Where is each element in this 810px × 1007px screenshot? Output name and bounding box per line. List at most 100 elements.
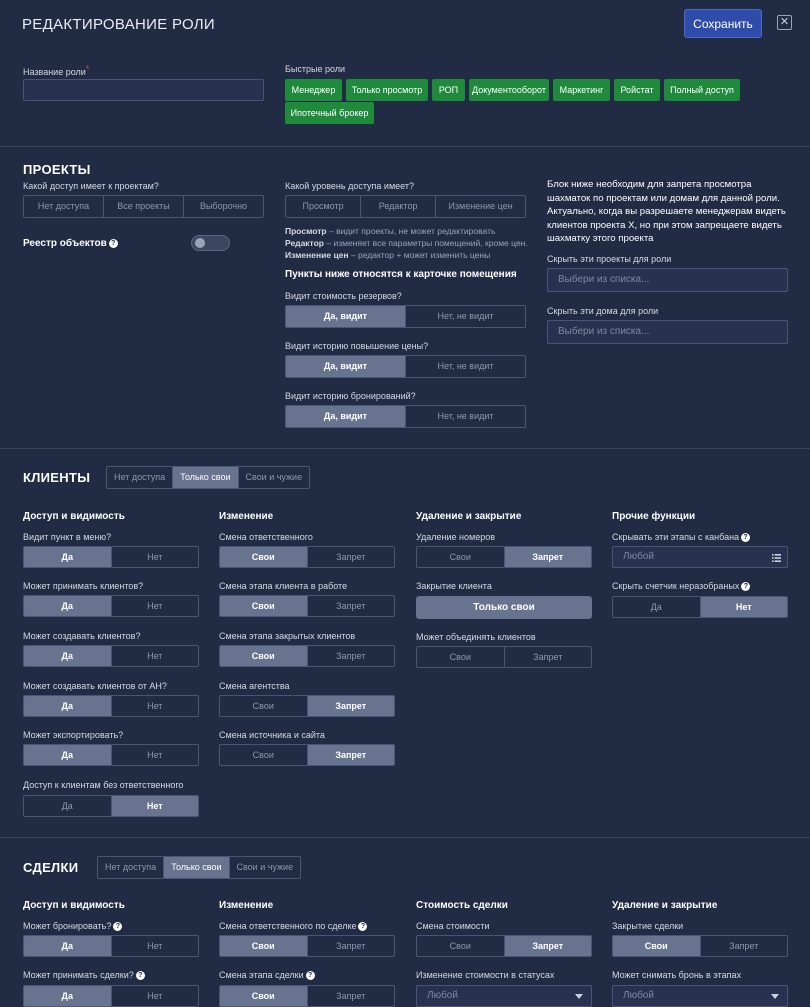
toggle-unassigned-access[interactable]: Да Нет	[23, 795, 199, 817]
toggle-create-from-agency[interactable]: Да Нет	[23, 695, 199, 717]
option-deny[interactable]: Запрет	[306, 596, 395, 616]
kanban-stages-select[interactable]: Любой	[612, 546, 788, 568]
tab-no-access[interactable]: Нет доступа	[107, 467, 172, 488]
toggle-change-agency[interactable]: Свои Запрет	[219, 695, 395, 717]
option-deny[interactable]: Запрет	[503, 547, 591, 567]
help-icon[interactable]: ?	[741, 582, 751, 591]
option-deny[interactable]: Запрет	[306, 696, 394, 716]
toggle-price-change[interactable]: Свои Запрет	[416, 935, 592, 957]
option-selective[interactable]: Выборочно	[183, 196, 263, 217]
help-icon[interactable]: ?	[108, 239, 118, 248]
toggle-export[interactable]: Да Нет	[23, 744, 199, 766]
option-own[interactable]: Свои	[220, 547, 307, 567]
booking-history-selector[interactable]: Да, видит Нет, не видит	[285, 405, 526, 428]
price-status-select[interactable]: Любой	[416, 985, 592, 1007]
option-no[interactable]: Нет	[699, 597, 787, 617]
toggle-create-clients[interactable]: Да Нет	[23, 645, 199, 667]
option-own[interactable]: Свои	[220, 986, 307, 1006]
toggle-accept-clients[interactable]: Да Нет	[23, 595, 199, 617]
option-yes[interactable]: Да	[24, 596, 111, 616]
toggle-accept-deals[interactable]: Да Нет	[23, 985, 199, 1007]
option-deny[interactable]: Запрет	[306, 936, 395, 956]
toggle-deal-responsible[interactable]: Свои Запрет	[219, 935, 395, 957]
option-own[interactable]: Свои	[220, 936, 307, 956]
option-yes[interactable]: Да	[24, 696, 111, 716]
option-own[interactable]: Свои	[220, 696, 307, 716]
option-no[interactable]: Нет	[110, 547, 199, 567]
option-yes[interactable]: Да	[24, 936, 111, 956]
help-icon[interactable]: ?	[358, 922, 368, 931]
option-own[interactable]: Свои	[417, 647, 504, 667]
toggle-delete-numbers[interactable]: Свои Запрет	[416, 546, 592, 568]
quick-role-marketing[interactable]: Маркетинг	[553, 79, 610, 101]
unbook-stages-select[interactable]: Любой	[612, 985, 788, 1007]
quick-role-mortgage-broker[interactable]: Ипотечный брокер	[285, 102, 374, 124]
toggle-change-responsible[interactable]: Свои Запрет	[219, 546, 395, 568]
toggle-change-stage-closed[interactable]: Свои Запрет	[219, 645, 395, 667]
option-view[interactable]: Просмотр	[286, 196, 360, 217]
tab-no-access[interactable]: Нет доступа	[98, 857, 163, 878]
option-no[interactable]: Нет	[110, 596, 199, 616]
option-yes[interactable]: Да, видит	[286, 356, 405, 377]
clients-scope-tabs[interactable]: Нет доступа Только свои Свои и чужие	[106, 466, 311, 489]
toggle-merge-clients[interactable]: Свои Запрет	[416, 646, 592, 668]
toggle-hide-counter[interactable]: Да Нет	[612, 596, 788, 618]
option-no[interactable]: Нет	[110, 986, 199, 1006]
option-yes[interactable]: Да	[24, 745, 111, 765]
option-own[interactable]: Свои	[417, 936, 504, 956]
tab-only-own[interactable]: Только свои	[163, 857, 229, 878]
help-icon[interactable]: ?	[305, 971, 315, 980]
option-deny[interactable]: Запрет	[306, 646, 395, 666]
option-deny[interactable]: Запрет	[699, 936, 788, 956]
tab-own-and-others[interactable]: Свои и чужие	[228, 857, 301, 878]
save-button[interactable]: Сохранить	[684, 9, 762, 38]
toggle-deal-stage[interactable]: Свои Запрет	[219, 985, 395, 1007]
option-deny[interactable]: Запрет	[306, 986, 395, 1006]
option-yes[interactable]: Да, видит	[286, 406, 405, 427]
quick-role-view-only[interactable]: Только просмотр	[346, 79, 428, 101]
hide-projects-select[interactable]: Выбери из списка...	[547, 268, 788, 292]
option-no[interactable]: Нет	[110, 796, 198, 816]
registry-toggle[interactable]	[191, 235, 230, 251]
quick-role-roistat[interactable]: Ройстат	[614, 79, 660, 101]
close-client-select[interactable]: Только свои	[416, 596, 592, 619]
option-yes[interactable]: Да	[24, 547, 111, 567]
help-icon[interactable]: ?	[135, 971, 145, 980]
option-own[interactable]: Свои	[220, 646, 307, 666]
option-no[interactable]: Нет, не видит	[405, 356, 525, 377]
option-own[interactable]: Свои	[220, 745, 307, 765]
option-deny[interactable]: Запрет	[306, 745, 394, 765]
option-own[interactable]: Свои	[613, 936, 700, 956]
option-no[interactable]: Нет	[110, 646, 199, 666]
option-yes[interactable]: Да	[24, 796, 111, 816]
toggle-can-book[interactable]: Да Нет	[23, 935, 199, 957]
reserve-cost-selector[interactable]: Да, видит Нет, не видит	[285, 305, 526, 328]
option-price-change[interactable]: Изменение цен	[435, 196, 525, 217]
role-name-input[interactable]	[23, 79, 264, 101]
quick-role-rop[interactable]: РОП	[432, 79, 465, 101]
close-icon[interactable]: ✕	[777, 15, 792, 30]
hide-houses-select[interactable]: Выбери из списка...	[547, 320, 788, 344]
quick-role-manager[interactable]: Менеджер	[285, 79, 342, 101]
option-no[interactable]: Нет, не видит	[405, 406, 525, 427]
toggle-change-source[interactable]: Свои Запрет	[219, 744, 395, 766]
access-level-selector[interactable]: Просмотр Редактор Изменение цен	[285, 195, 526, 218]
tab-only-own[interactable]: Только свои	[172, 467, 238, 488]
option-own[interactable]: Свои	[220, 596, 307, 616]
option-deny[interactable]: Запрет	[306, 547, 395, 567]
option-yes[interactable]: Да	[613, 597, 700, 617]
option-yes[interactable]: Да	[24, 646, 111, 666]
option-deny[interactable]: Запрет	[503, 647, 592, 667]
option-yes[interactable]: Да, видит	[286, 306, 405, 327]
help-icon[interactable]: ?	[113, 922, 123, 931]
price-history-selector[interactable]: Да, видит Нет, не видит	[285, 355, 526, 378]
option-no[interactable]: Нет	[110, 936, 199, 956]
option-editor[interactable]: Редактор	[360, 196, 435, 217]
option-yes[interactable]: Да	[24, 986, 111, 1006]
option-no[interactable]: Нет	[110, 745, 199, 765]
help-icon[interactable]: ?	[741, 533, 751, 542]
option-deny[interactable]: Запрет	[503, 936, 591, 956]
option-no[interactable]: Нет	[110, 696, 199, 716]
toggle-change-stage-active[interactable]: Свои Запрет	[219, 595, 395, 617]
option-own[interactable]: Свои	[417, 547, 504, 567]
